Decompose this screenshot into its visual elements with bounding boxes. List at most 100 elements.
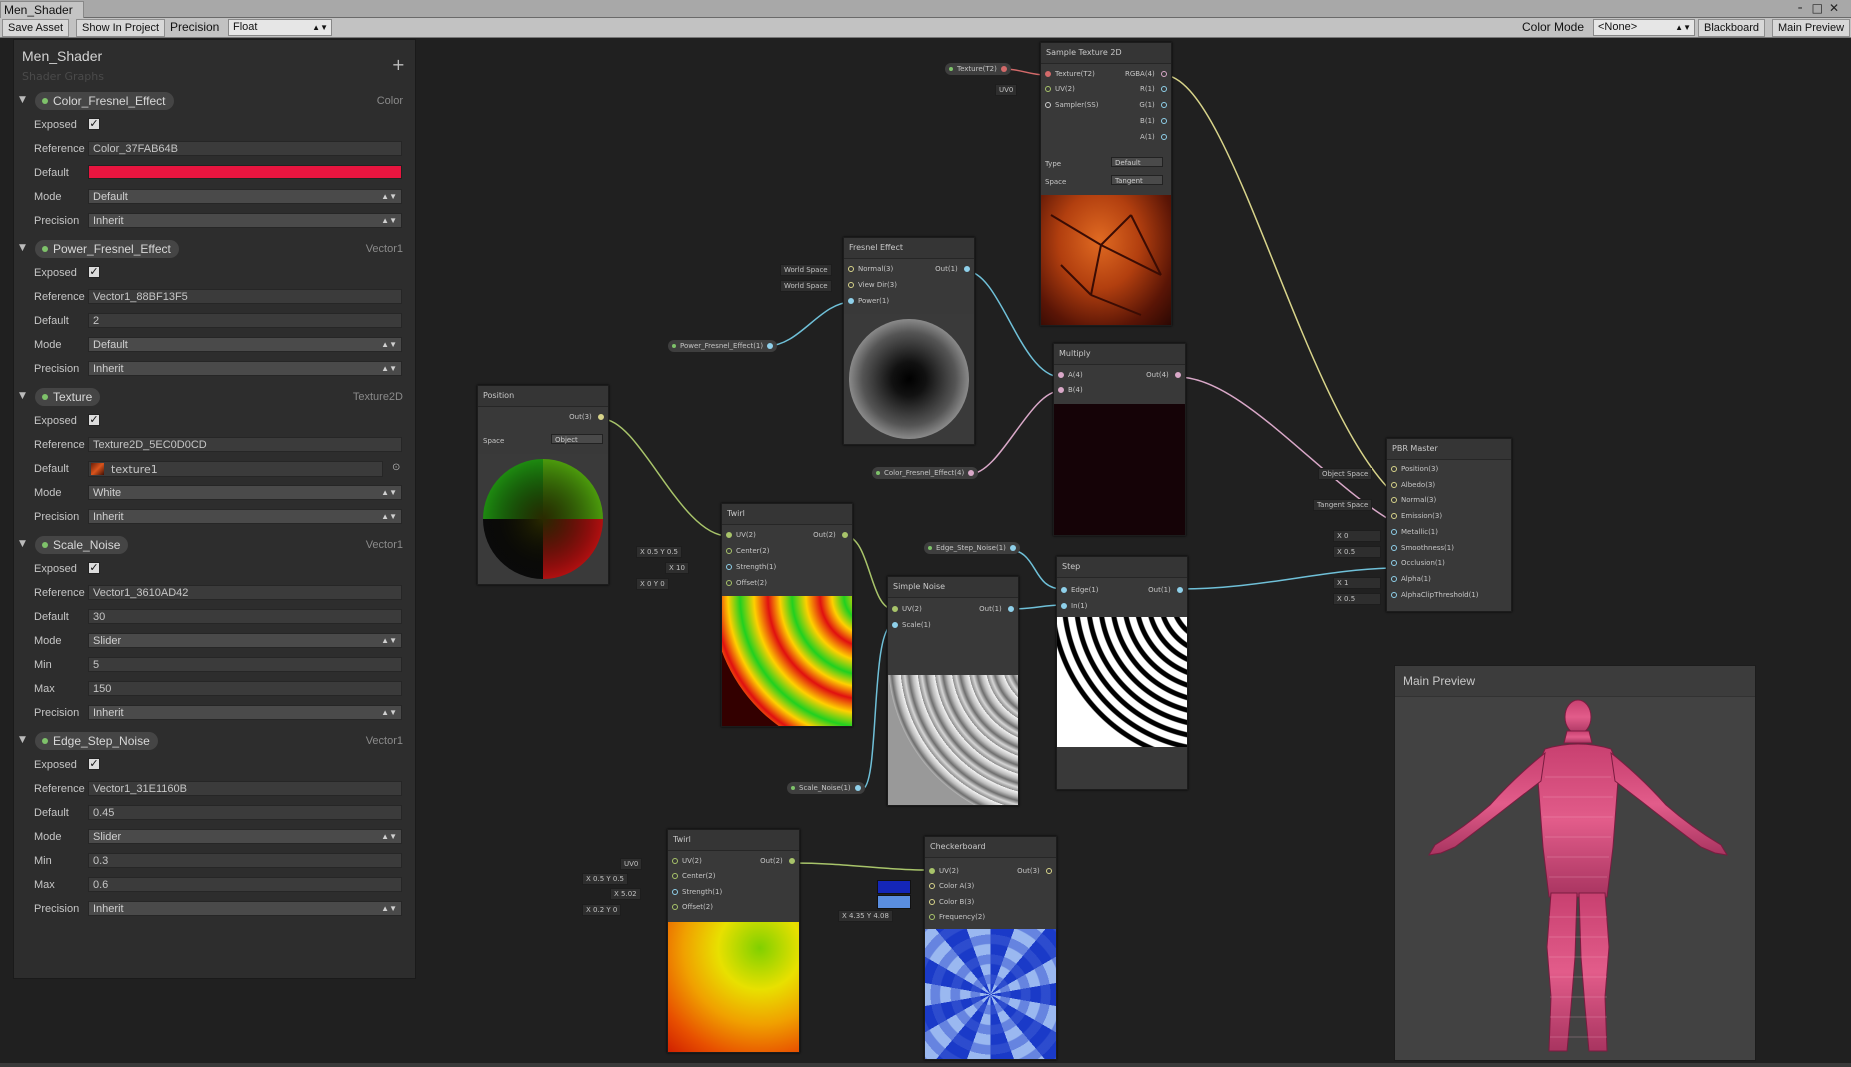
scale-noise-property-node[interactable]: Scale_Noise(1) xyxy=(787,782,865,794)
input-port-frequency[interactable]: Frequency(2) xyxy=(929,913,985,921)
default-value-field[interactable]: 0.45 xyxy=(88,805,402,820)
output-port-a[interactable]: A(1) xyxy=(1140,133,1167,141)
simple-noise-node[interactable]: Simple Noise UV(2) Scale(1) Out(1) xyxy=(887,576,1019,806)
reference-field[interactable]: Vector1_88BF13F5 xyxy=(88,289,402,304)
property-name-pill[interactable]: Scale_Noise xyxy=(35,536,129,554)
mode-dropdown[interactable]: White ▲▼ xyxy=(88,485,402,500)
input-port-strength[interactable]: Strength(1) xyxy=(672,888,722,896)
pbr-input-port[interactable]: Metallic(1) xyxy=(1391,528,1438,536)
multiply-node[interactable]: Multiply A(4) B(4) Out(4) xyxy=(1053,343,1186,536)
output-port-r[interactable]: R(1) xyxy=(1140,85,1167,93)
edge-step-property-node[interactable]: Edge_Step_Noise(1) xyxy=(924,542,1020,554)
pbr-master-node[interactable]: PBR Master Position(3) Albedo(3) Normal(3)… xyxy=(1386,438,1512,612)
pbr-input-port[interactable]: Occlusion(1) xyxy=(1391,559,1445,567)
normal-space-box[interactable]: Tangent Space xyxy=(1313,499,1373,511)
property-header[interactable]: ▼ Color_Fresnel_Effect Color xyxy=(14,91,415,113)
pbr-input-port[interactable]: Emission(3) xyxy=(1391,512,1442,520)
output-port[interactable] xyxy=(968,470,975,476)
checkerboard-node[interactable]: Checkerboard UV(2) Color A(3) Color B(3)… xyxy=(924,836,1057,1060)
output-port-out[interactable]: Out(1) xyxy=(979,605,1014,613)
max-field[interactable]: 150 xyxy=(88,681,402,696)
input-port-uv[interactable]: UV(2) xyxy=(672,857,702,865)
mode-dropdown[interactable]: Slider ▲▼ xyxy=(88,633,402,648)
output-port[interactable] xyxy=(767,343,774,349)
output-port-b[interactable]: B(1) xyxy=(1140,117,1167,125)
output-port-rgba[interactable]: RGBA(4) xyxy=(1125,70,1167,78)
property-header[interactable]: ▼ Scale_Noise Vector1 xyxy=(14,535,415,557)
output-port-out[interactable]: Out(3) xyxy=(1017,867,1052,875)
window-controls[interactable]: ╴□✕ xyxy=(1798,1,1845,15)
default-texture-field[interactable]: texture1 xyxy=(88,461,383,477)
input-port-edge[interactable]: Edge(1) xyxy=(1061,586,1099,594)
space-dropdown[interactable]: Tangent xyxy=(1111,175,1163,185)
viewdir-space-box[interactable]: World Space xyxy=(780,280,832,292)
twirl-node-2[interactable]: Twirl UV(2) Center(2) Strength(1) Offset… xyxy=(667,829,800,1053)
normal-space-box[interactable]: World Space xyxy=(780,264,832,276)
output-port[interactable] xyxy=(1000,66,1007,72)
window-tab-men-shader[interactable]: Men_Shader xyxy=(0,1,84,18)
input-port-color-b[interactable]: Color B(3) xyxy=(929,898,974,906)
pbr-input-port[interactable]: Normal(3) xyxy=(1391,496,1436,504)
checker-color-b-swatch[interactable] xyxy=(877,895,911,909)
main-preview-viewport[interactable] xyxy=(1395,697,1755,1060)
default-value-field[interactable]: 2 xyxy=(88,313,402,328)
input-port-center[interactable]: Center(2) xyxy=(672,872,715,880)
pbr-input-port[interactable]: Position(3) xyxy=(1391,465,1438,473)
input-port-b[interactable]: B(4) xyxy=(1058,386,1083,394)
input-port-offset[interactable]: Offset(2) xyxy=(672,903,713,911)
twirl1-strength-field[interactable]: X 10 xyxy=(665,562,689,574)
input-port-center[interactable]: Center(2) xyxy=(726,547,769,555)
twirl1-offset-field[interactable]: X 0 Y 0 xyxy=(636,578,669,590)
input-port-texture[interactable]: Texture(T2) xyxy=(1045,70,1095,78)
blackboard-toggle-button[interactable]: Blackboard xyxy=(1698,19,1766,37)
output-port-out[interactable]: Out(1) xyxy=(1148,586,1183,594)
max-field[interactable]: 0.6 xyxy=(88,877,402,892)
type-dropdown[interactable]: Default xyxy=(1111,157,1163,167)
mode-dropdown[interactable]: Default ▲▼ xyxy=(88,189,402,204)
show-in-project-button[interactable]: Show In Project xyxy=(76,19,166,37)
input-port-a[interactable]: A(4) xyxy=(1058,371,1083,379)
chevron-down-icon[interactable]: ▼ xyxy=(19,243,26,253)
min-field[interactable]: 5 xyxy=(88,657,402,672)
input-port-sampler[interactable]: Sampler(SS) xyxy=(1045,101,1098,109)
precision-dropdown[interactable]: Inherit ▲▼ xyxy=(88,705,402,720)
input-port-uv[interactable]: UV(2) xyxy=(726,531,756,539)
property-header[interactable]: ▼ Power_Fresnel_Effect Vector1 xyxy=(14,239,415,261)
precision-dropdown[interactable]: Inherit ▲▼ xyxy=(88,901,402,916)
pbr-input-port[interactable]: Albedo(3) xyxy=(1391,481,1435,489)
add-property-icon[interactable]: + xyxy=(392,55,405,74)
output-port-out[interactable]: Out(2) xyxy=(813,531,848,539)
chevron-down-icon[interactable]: ▼ xyxy=(19,539,26,549)
input-port-offset[interactable]: Offset(2) xyxy=(726,579,767,587)
reference-field[interactable]: Texture2D_5EC0D0CD xyxy=(88,437,402,452)
color-mode-dropdown[interactable]: <None> ▲▼ xyxy=(1593,19,1695,36)
input-port-power[interactable]: Power(1) xyxy=(848,297,889,305)
checker-color-a-swatch[interactable] xyxy=(877,880,911,894)
step-node[interactable]: Step Edge(1) In(1) Out(1) xyxy=(1056,556,1188,790)
input-port-color-a[interactable]: Color A(3) xyxy=(929,882,974,890)
output-port-out[interactable]: Out(1) xyxy=(935,265,970,273)
sample-texture-2d-node[interactable]: Sample Texture 2D Texture(T2) UV(2) Samp… xyxy=(1040,42,1172,326)
property-name-pill[interactable]: Power_Fresnel_Effect xyxy=(35,240,179,258)
mode-dropdown[interactable]: Slider ▲▼ xyxy=(88,829,402,844)
output-port-out[interactable]: Out(4) xyxy=(1146,371,1181,379)
default-value-field[interactable]: 30 xyxy=(88,609,402,624)
reference-field[interactable]: Vector1_31E1160B xyxy=(88,781,402,796)
pbr-input-port[interactable]: AlphaClipThreshold(1) xyxy=(1391,591,1479,599)
min-field[interactable]: 0.3 xyxy=(88,853,402,868)
metallic-field[interactable]: X 0 xyxy=(1333,530,1381,542)
reference-field[interactable]: Color_37FAB64B xyxy=(88,141,402,156)
output-port-out[interactable]: Out(3) xyxy=(569,413,604,421)
precision-dropdown[interactable]: Inherit ▲▼ xyxy=(88,361,402,376)
property-header[interactable]: ▼ Edge_Step_Noise Vector1 xyxy=(14,731,415,753)
checker-frequency-field[interactable]: X 4.35 Y 4.08 xyxy=(838,910,893,922)
exposed-checkbox[interactable]: ✓ xyxy=(88,562,100,574)
output-port[interactable] xyxy=(1009,545,1016,551)
chevron-down-icon[interactable]: ▼ xyxy=(19,391,26,401)
input-port-uv[interactable]: UV(2) xyxy=(892,605,922,613)
alpha-clip-field[interactable]: X 0.5 xyxy=(1333,593,1381,605)
output-port[interactable] xyxy=(854,785,861,791)
output-port-g[interactable]: G(1) xyxy=(1139,101,1167,109)
input-port-scale[interactable]: Scale(1) xyxy=(892,621,931,629)
twirl-node-1[interactable]: Twirl UV(2) Center(2) Strength(1) Offset… xyxy=(721,503,853,727)
